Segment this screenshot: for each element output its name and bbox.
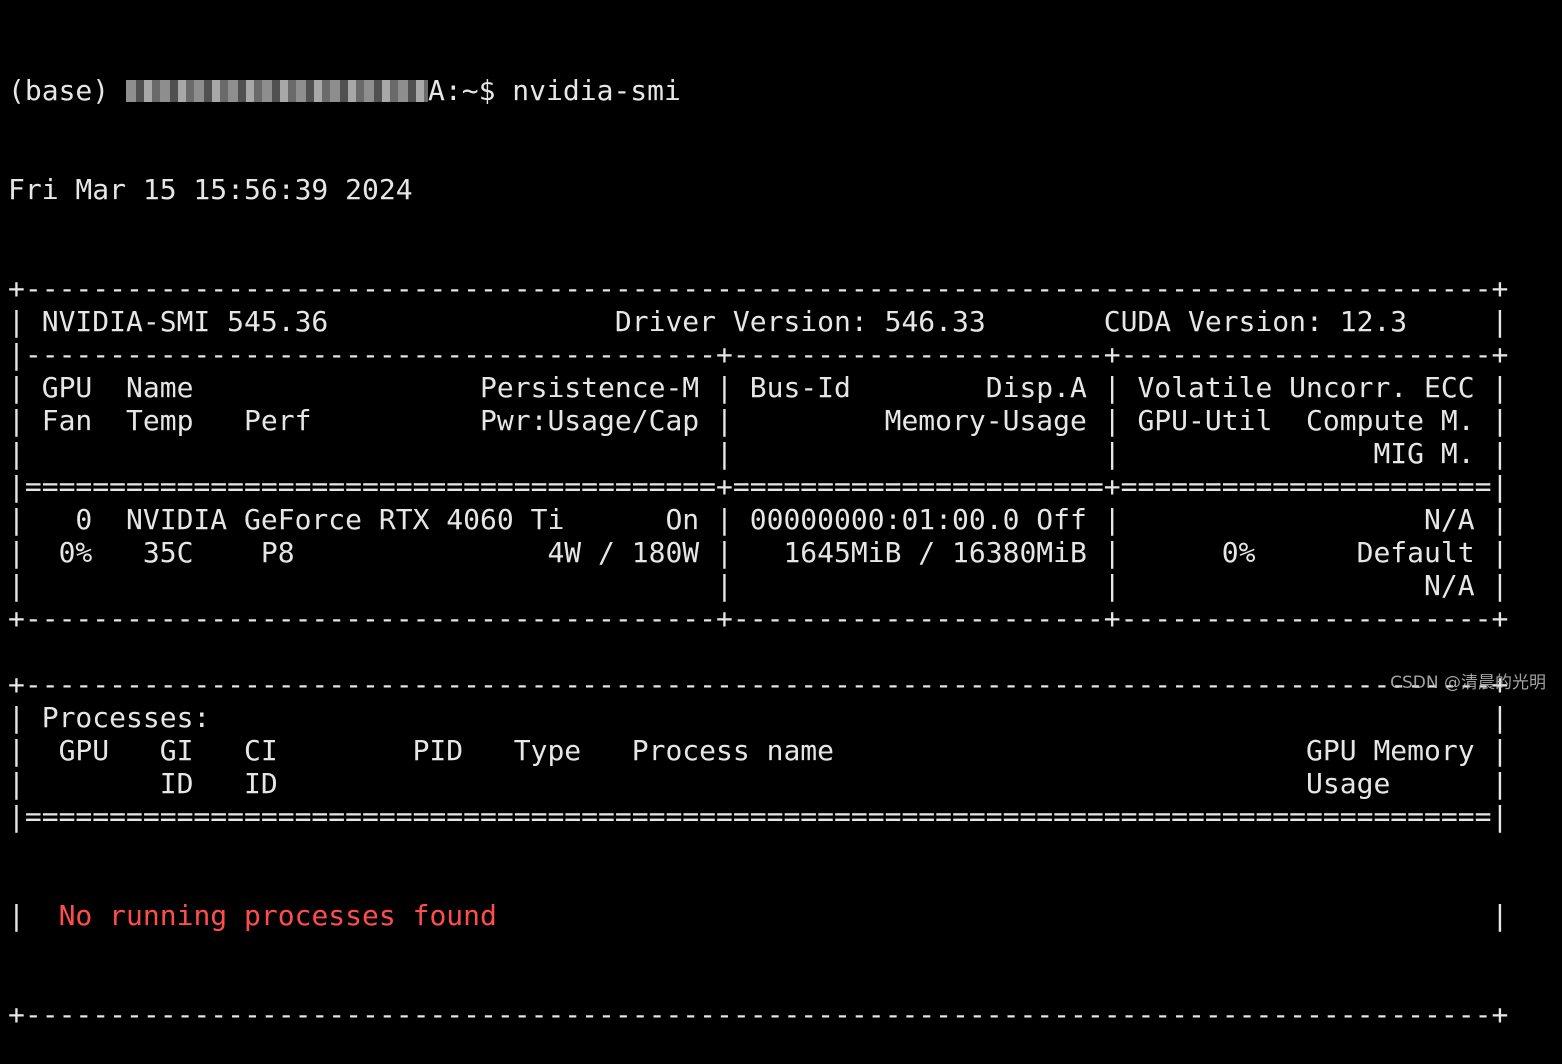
- prompt-line: (base) A:~$ nvidia-smi: [8, 74, 1508, 107]
- prompt-env: (base): [8, 74, 127, 107]
- smi-line: | | | MIG M. |: [8, 437, 1509, 470]
- smi-line: +---------------------------------------…: [8, 602, 1509, 635]
- no-processes-line: | No running processes found |: [8, 899, 1508, 932]
- table-border: |: [8, 899, 59, 932]
- smi-line: | NVIDIA-SMI 545.36 Driver Version: 546.…: [8, 305, 1509, 338]
- smi-line: | 0% 35C P8 4W / 180W | 1645MiB / 16380M…: [8, 536, 1509, 569]
- smi-line: |=======================================…: [8, 800, 1509, 833]
- smi-line: +---------------------------------------…: [8, 668, 1509, 701]
- smi-line: [8, 635, 1508, 668]
- redacted-hostname: [126, 80, 429, 102]
- terminal-output[interactable]: (base) A:~$ nvidia-smi Fri Mar 15 15:56:…: [8, 8, 1508, 1064]
- nvidia-smi-table: +---------------------------------------…: [8, 272, 1508, 833]
- smi-line: | Processes: |: [8, 701, 1509, 734]
- no-processes-message: No running processes found: [58, 899, 497, 932]
- timestamp-line: Fri Mar 15 15:56:39 2024: [8, 173, 413, 206]
- prompt-command: A:~$ nvidia-smi: [428, 74, 681, 107]
- table-border: |: [496, 899, 1509, 932]
- smi-line: +---------------------------------------…: [8, 272, 1509, 305]
- smi-line: | ID ID Usage |: [8, 767, 1509, 800]
- smi-line: |---------------------------------------…: [8, 338, 1509, 371]
- table-footer-line: +---------------------------------------…: [8, 998, 1509, 1031]
- smi-line: | GPU Name Persistence-M | Bus-Id Disp.A…: [8, 371, 1509, 404]
- smi-line: |=======================================…: [8, 470, 1509, 503]
- smi-line: | 0 NVIDIA GeForce RTX 4060 Ti On | 0000…: [8, 503, 1509, 536]
- smi-line: | | | N/A |: [8, 569, 1509, 602]
- smi-line: | GPU GI CI PID Type Process name GPU Me…: [8, 734, 1509, 767]
- smi-line: | Fan Temp Perf Pwr:Usage/Cap | Memory-U…: [8, 404, 1509, 437]
- csdn-watermark: CSDN @清晨的光明: [1390, 673, 1546, 693]
